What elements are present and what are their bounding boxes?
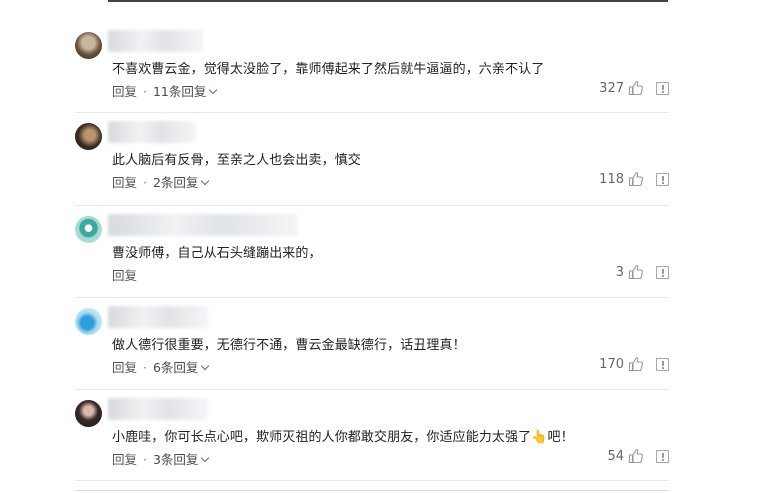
comment-item: 曹没师傅，自己从石头缝蹦出来的， 回复 3 <box>75 206 669 298</box>
user-avatar[interactable] <box>75 216 102 243</box>
report-icon[interactable] <box>656 81 669 95</box>
thumbs-up-icon[interactable] <box>628 171 644 187</box>
reply-count-link[interactable]: 2条回复 <box>153 175 198 190</box>
like-count: 327 <box>599 80 624 96</box>
comment-actions: 回复 · 6条回复 <box>112 357 210 376</box>
comment-meta: 3 <box>616 264 669 280</box>
separator: · <box>143 175 147 190</box>
user-avatar[interactable] <box>75 308 102 335</box>
like-count: 3 <box>615 264 624 280</box>
reply-count-link[interactable]: 11条回复 <box>153 84 206 99</box>
separator: · <box>143 84 147 99</box>
comment-item: 此人脑后有反骨，至亲之人也会出卖，慎交 回复 · 2条回复 118 <box>75 113 669 206</box>
thumbs-up-icon[interactable] <box>628 356 644 372</box>
user-avatar[interactable] <box>75 32 102 59</box>
comment-meta: 118 <box>599 171 669 187</box>
reply-button[interactable]: 回复 <box>112 360 137 375</box>
reply-count-link[interactable]: 6条回复 <box>153 360 198 375</box>
thumbs-up-icon[interactable] <box>628 264 644 280</box>
comment-item: 小鹿哇，你可长点心吧，欺师灭祖的人你都敢交朋友，你适应能力太强了👆吧！ 回复 ·… <box>75 390 669 481</box>
username-blurred[interactable] <box>108 306 208 328</box>
report-icon[interactable] <box>656 449 669 463</box>
thumbs-up-icon[interactable] <box>628 448 644 464</box>
top-divider <box>108 0 668 2</box>
comment-actions: 回复 · 11条回复 <box>112 81 218 100</box>
comment-text: 不喜欢曹云金，觉得太没脸了，靠师傅起来了然后就牛逼逼的，六亲不认了 <box>112 62 545 77</box>
chevron-down-icon[interactable] <box>209 85 218 95</box>
username-blurred[interactable] <box>108 30 203 52</box>
reply-count-link[interactable]: 3条回复 <box>153 452 198 467</box>
username-blurred[interactable] <box>108 121 196 143</box>
reply-button[interactable]: 回复 <box>112 175 137 190</box>
reply-button[interactable]: 回复 <box>112 84 137 99</box>
chevron-down-icon[interactable] <box>201 453 210 463</box>
comment-meta: 327 <box>599 80 669 96</box>
comment-actions: 回复 · 3条回复 <box>112 449 210 468</box>
comment-actions: 回复 <box>112 265 137 284</box>
comment-text: 曹没师傅，自己从石头缝蹦出来的， <box>112 246 322 261</box>
chevron-down-icon[interactable] <box>201 176 210 186</box>
comment-meta: 54 <box>607 448 669 464</box>
comment-item: 不喜欢曹云金，觉得太没脸了，靠师傅起来了然后就牛逼逼的，六亲不认了 回复 · 1… <box>75 22 669 113</box>
separator: · <box>143 452 147 467</box>
comment-text: 小鹿哇，你可长点心吧，欺师灭祖的人你都敢交朋友，你适应能力太强了👆吧！ <box>112 430 574 445</box>
bottom-divider <box>75 490 669 491</box>
comment-item: 做人德行很重要，无德行不通，曹云金最缺德行，话丑理真！ 回复 · 6条回复 17… <box>75 298 669 390</box>
username-blurred[interactable] <box>108 398 208 420</box>
report-icon[interactable] <box>656 172 669 186</box>
report-icon[interactable] <box>656 265 669 279</box>
thumbs-up-icon[interactable] <box>628 80 644 96</box>
username-blurred[interactable] <box>108 214 298 236</box>
separator: · <box>143 360 147 375</box>
comment-actions: 回复 · 2条回复 <box>112 172 210 191</box>
chevron-down-icon[interactable] <box>201 361 210 371</box>
like-count: 118 <box>599 171 624 187</box>
reply-button[interactable]: 回复 <box>112 452 137 467</box>
user-avatar[interactable] <box>75 400 102 427</box>
reply-button[interactable]: 回复 <box>112 268 137 283</box>
report-icon[interactable] <box>656 357 669 371</box>
user-avatar[interactable] <box>75 123 102 150</box>
comment-text: 此人脑后有反骨，至亲之人也会出卖，慎交 <box>112 153 361 168</box>
comment-meta: 170 <box>599 356 669 372</box>
like-count: 54 <box>607 448 624 464</box>
comment-text: 做人德行很重要，无德行不通，曹云金最缺德行，话丑理真！ <box>112 338 466 353</box>
like-count: 170 <box>599 356 624 372</box>
